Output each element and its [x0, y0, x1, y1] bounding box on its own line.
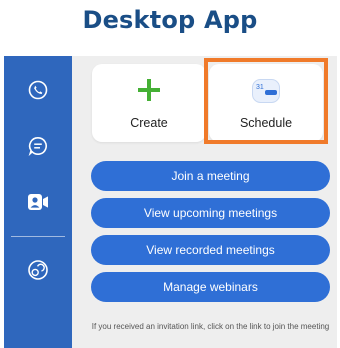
sidebar-item-meetings[interactable] [4, 182, 72, 222]
sidebar-divider [11, 236, 65, 237]
sidebar-item-chat[interactable] [4, 126, 72, 166]
main-content: Create 31 Schedule Join a meeting View u… [72, 56, 337, 348]
page-heading: Desktop App [82, 6, 258, 34]
highlight-box [204, 58, 328, 144]
sidebar [4, 56, 72, 348]
chat-icon [28, 136, 48, 156]
invitation-hint: If you received an invitation link, clic… [91, 322, 330, 331]
view-upcoming-meetings-button[interactable]: View upcoming meetings [91, 198, 330, 228]
plus-icon [137, 78, 161, 107]
contacts-icon [27, 259, 49, 281]
view-recorded-meetings-button[interactable]: View recorded meetings [91, 235, 330, 265]
manage-webinars-button[interactable]: Manage webinars [91, 272, 330, 302]
create-card[interactable]: Create [92, 64, 206, 142]
phone-icon [28, 80, 48, 100]
sidebar-item-contacts[interactable] [4, 250, 72, 290]
create-label: Create [130, 116, 168, 130]
sidebar-item-phone[interactable] [4, 70, 72, 110]
desktop-app-window: Create 31 Schedule Join a meeting View u… [4, 56, 337, 348]
join-meeting-button[interactable]: Join a meeting [91, 161, 330, 191]
meetings-icon [27, 193, 49, 211]
